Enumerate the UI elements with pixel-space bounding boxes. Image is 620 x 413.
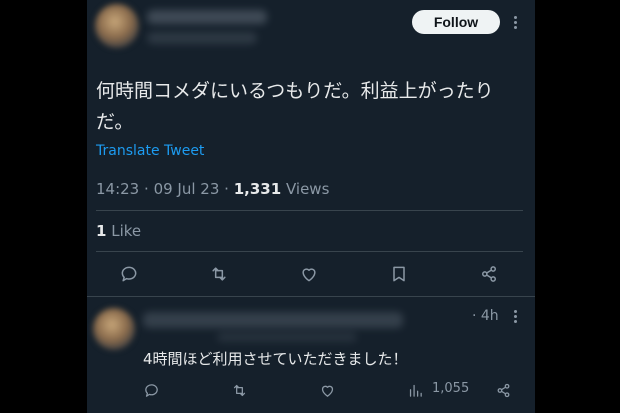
tweet-text-line-2: だ。 bbox=[96, 111, 134, 133]
tweet-date[interactable]: 09 Jul 23 bbox=[154, 180, 220, 198]
translate-tweet-link[interactable]: Translate Tweet bbox=[96, 143, 204, 159]
share-button[interactable] bbox=[477, 262, 501, 286]
reply-divider bbox=[87, 296, 535, 297]
views-icon bbox=[409, 384, 422, 397]
like-icon bbox=[321, 385, 333, 397]
reply-reply-button[interactable] bbox=[139, 378, 163, 402]
retweet-icon bbox=[212, 267, 226, 281]
reply-time[interactable]: · 4h bbox=[472, 308, 499, 324]
author-avatar[interactable] bbox=[95, 4, 139, 48]
reply-retweet-button[interactable] bbox=[227, 378, 251, 402]
bookmark-icon bbox=[393, 266, 405, 282]
retweet-button[interactable] bbox=[207, 262, 231, 286]
retweet-icon bbox=[233, 384, 245, 396]
author-name-blurred[interactable] bbox=[147, 10, 267, 24]
likes-label: Like bbox=[111, 222, 142, 240]
like-button[interactable] bbox=[297, 262, 321, 286]
like-icon bbox=[302, 268, 316, 282]
views-label: Views bbox=[285, 180, 330, 198]
bookmark-button[interactable] bbox=[387, 262, 411, 286]
reply-views-count: 1,055 bbox=[432, 381, 470, 396]
divider-2 bbox=[96, 251, 523, 252]
tweet-text: 何時間コメダにいるつもりだ。利益上がったり だ。 bbox=[96, 76, 516, 138]
reply-text: 4時間ほど利用させていただきました！ bbox=[143, 350, 408, 368]
likes-count: 1 bbox=[96, 222, 107, 240]
reply-more-icon[interactable] bbox=[514, 310, 518, 325]
divider-1 bbox=[96, 210, 523, 211]
reply-button[interactable] bbox=[117, 262, 141, 286]
reply-icon bbox=[144, 383, 158, 397]
tweet-text-line-1: 何時間コメダにいるつもりだ。利益上がったり bbox=[96, 80, 494, 102]
tweet-panel: Follow 何時間コメダにいるつもりだ。利益上がったり だ。 Translat… bbox=[87, 0, 535, 413]
reply-author-name-blurred[interactable] bbox=[143, 312, 403, 328]
tweet-time[interactable]: 14:23 bbox=[96, 180, 139, 198]
share-icon bbox=[497, 383, 509, 397]
tweet-actions bbox=[87, 262, 535, 286]
reply-icon bbox=[121, 266, 137, 282]
share-icon bbox=[482, 266, 496, 282]
reply-author-avatar[interactable] bbox=[93, 308, 135, 350]
author-handle-blurred[interactable] bbox=[147, 32, 257, 44]
likes-summary[interactable]: 1 Like bbox=[96, 222, 141, 240]
tweet-meta: 14:23 · 09 Jul 23 · 1,331 Views bbox=[96, 180, 329, 198]
reply-handle-blurred[interactable] bbox=[217, 332, 357, 342]
reply-views-button[interactable] bbox=[403, 378, 427, 402]
meta-separator-1: · bbox=[144, 180, 149, 198]
meta-separator-2: · bbox=[224, 180, 229, 198]
more-icon[interactable] bbox=[514, 16, 518, 31]
reply-share-button[interactable] bbox=[491, 378, 515, 402]
follow-button[interactable]: Follow bbox=[412, 10, 500, 34]
reply-like-button[interactable] bbox=[315, 378, 339, 402]
views-count: 1,331 bbox=[233, 180, 282, 198]
